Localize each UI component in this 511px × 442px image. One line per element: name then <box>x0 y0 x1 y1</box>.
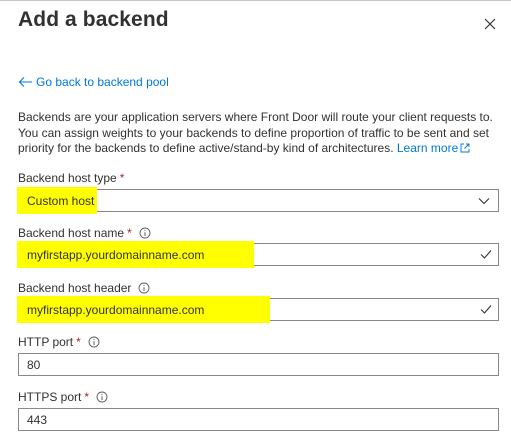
external-link-icon <box>460 143 470 153</box>
info-icon[interactable] <box>139 227 151 239</box>
https-port-input[interactable]: 443 <box>18 408 499 431</box>
host-type-value: Custom host <box>27 193 95 208</box>
checkmark-icon <box>480 249 492 260</box>
host-header-label-text: Backend host header <box>18 281 132 295</box>
checkmark-icon <box>480 304 492 315</box>
host-name-value: myfirstapp.yourdomainname.com <box>27 247 205 262</box>
info-icon[interactable] <box>96 391 108 403</box>
https-port-value: 443 <box>27 412 48 427</box>
host-type-label-text: Backend host type <box>18 171 117 185</box>
info-icon[interactable] <box>138 282 150 294</box>
http-port-value: 80 <box>27 357 41 372</box>
add-backend-panel: Add a backend Go back to backend pool Ba… <box>0 0 511 442</box>
required-mark: * <box>76 335 81 349</box>
required-mark: * <box>119 171 125 185</box>
host-name-label-text: Backend host name <box>18 226 125 240</box>
http-port-input[interactable]: 80 <box>18 353 499 376</box>
host-header-input[interactable]: myfirstapp.yourdomainname.com <box>17 296 499 323</box>
http-port-label: HTTP port * <box>18 335 100 349</box>
required-mark: * <box>127 226 132 240</box>
host-type-select[interactable]: Custom host <box>17 187 499 214</box>
top-divider <box>0 0 511 1</box>
host-type-label: Backend host type * <box>18 171 124 185</box>
learn-more-link[interactable]: Learn more <box>397 141 470 155</box>
learn-more-label: Learn more <box>396 141 459 155</box>
panel-title: Add a backend <box>18 8 169 31</box>
https-port-label: HTTPS port * <box>18 390 108 404</box>
https-port-label-text: HTTPS port <box>18 390 82 404</box>
chevron-down-icon <box>478 196 490 206</box>
required-mark: * <box>84 390 90 404</box>
http-port-label-text: HTTP port <box>18 335 74 349</box>
arrow-left-icon <box>18 76 33 88</box>
info-icon[interactable] <box>88 336 100 348</box>
host-header-value: myfirstapp.yourdomainname.com <box>27 302 205 317</box>
close-icon[interactable] <box>480 14 500 34</box>
back-link-label: Go back to backend pool <box>36 75 169 89</box>
back-to-pool-link[interactable]: Go back to backend pool <box>18 75 169 89</box>
host-name-input[interactable]: myfirstapp.yourdomainname.com <box>17 241 499 268</box>
host-header-label: Backend host header <box>18 281 150 295</box>
host-name-label: Backend host name * <box>18 226 151 240</box>
description: Backends are your application servers wh… <box>18 110 503 157</box>
